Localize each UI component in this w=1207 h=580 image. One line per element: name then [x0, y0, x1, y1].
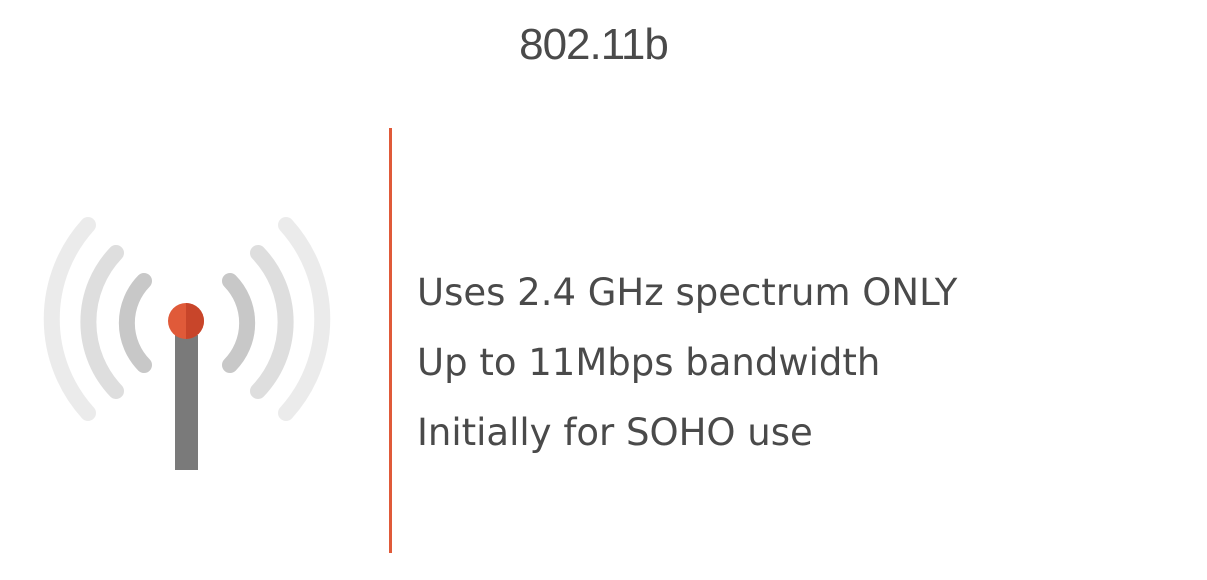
slide: 802.11b Uses 2.4 GHz spectrum ONLY Up to… — [0, 0, 1207, 580]
slide-title: 802.11b — [519, 20, 669, 69]
signal-wave-middle-right-icon — [250, 245, 294, 399]
wireless-antenna-icon — [40, 215, 340, 480]
signal-wave-inner-left-icon — [118, 273, 152, 373]
bullet-item: Up to 11Mbps bandwidth — [417, 341, 881, 384]
bullet-item: Initially for SOHO use — [417, 411, 813, 454]
bullet-item: Uses 2.4 GHz spectrum ONLY — [417, 271, 958, 314]
antenna-mast-icon — [175, 335, 198, 470]
signal-wave-middle-left-icon — [80, 245, 124, 399]
vertical-divider — [389, 128, 392, 553]
bullet-list: Uses 2.4 GHz spectrum ONLY Up to 11Mbps … — [417, 265, 957, 475]
signal-wave-inner-right-icon — [222, 273, 256, 373]
